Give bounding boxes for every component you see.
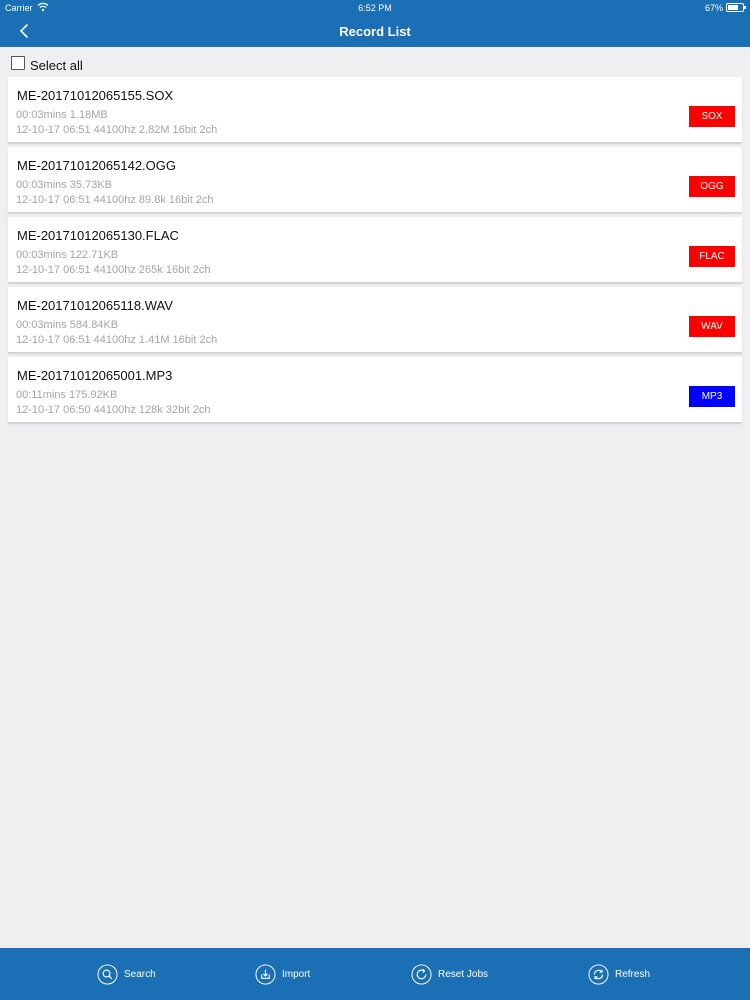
reset-jobs-button[interactable]: Reset Jobs — [411, 963, 488, 985]
top-bar: Carrier 6:52 PM 67% Record List — [0, 0, 750, 47]
battery-icon — [726, 3, 746, 12]
select-all-row: Select all — [11, 54, 83, 73]
search-label: Search — [124, 968, 156, 980]
record-list: ME-20171012065155.SOX 00:03mins 1.18MB 1… — [8, 77, 742, 427]
format-badge[interactable]: MP3 — [689, 386, 735, 407]
search-button[interactable]: Search — [97, 963, 156, 985]
format-badge[interactable]: SOX — [689, 106, 735, 127]
search-icon — [97, 963, 118, 985]
page-title: Record List — [339, 24, 411, 39]
record-row[interactable]: ME-20171012065155.SOX 00:03mins 1.18MB 1… — [8, 77, 742, 143]
record-duration-size: 00:03mins 1.18MB — [16, 109, 108, 121]
record-name: ME-20171012065001.MP3 — [17, 368, 173, 383]
record-row[interactable]: ME-20171012065142.OGG 00:03mins 35.73KB … — [8, 147, 742, 213]
format-badge[interactable]: FLAC — [689, 246, 735, 267]
format-badge[interactable]: OGG — [689, 176, 735, 197]
select-all-label[interactable]: Select all — [30, 58, 83, 73]
record-duration-size: 00:03mins 122.71KB — [16, 249, 119, 261]
refresh-icon — [588, 963, 609, 985]
reset-icon — [411, 963, 432, 985]
record-duration-size: 00:03mins 35.73KB — [16, 179, 113, 191]
record-row[interactable]: ME-20171012065001.MP3 00:11mins 175.92KB… — [8, 357, 742, 423]
import-button[interactable]: Import — [255, 963, 310, 985]
nav-bar: Record List — [0, 16, 750, 47]
record-row[interactable]: ME-20171012065118.WAV 00:03mins 584.84KB… — [8, 287, 742, 353]
import-label: Import — [282, 968, 311, 980]
record-details: 12-10-17 06:51 44100hz 265k 16bit 2ch — [16, 264, 211, 276]
select-all-checkbox[interactable] — [11, 56, 25, 70]
record-duration-size: 00:11mins 175.92KB — [16, 389, 118, 401]
record-row[interactable]: ME-20171012065130.FLAC 00:03mins 122.71K… — [8, 217, 742, 283]
record-name: ME-20171012065155.SOX — [17, 88, 174, 103]
record-duration-size: 00:03mins 584.84KB — [16, 319, 119, 331]
refresh-button[interactable]: Refresh — [588, 963, 650, 985]
record-name: ME-20171012065130.FLAC — [17, 228, 179, 243]
status-time: 6:52 PM — [358, 3, 392, 13]
record-name: ME-20171012065118.WAV — [17, 298, 173, 313]
record-details: 12-10-17 06:51 44100hz 1.41M 16bit 2ch — [16, 334, 218, 346]
status-bar: Carrier 6:52 PM 67% — [0, 0, 750, 16]
record-details: 12-10-17 06:50 44100hz 128k 32bit 2ch — [16, 404, 211, 416]
record-details: 12-10-17 06:51 44100hz 2.82M 16bit 2ch — [16, 124, 218, 136]
bottom-toolbar: Search Import Reset Jobs Refresh — [0, 948, 750, 1000]
reset-jobs-label: Reset Jobs — [438, 968, 489, 980]
import-icon — [255, 963, 276, 985]
record-details: 12-10-17 06:51 44100hz 89.8k 16bit 2ch — [16, 194, 214, 206]
refresh-label: Refresh — [615, 968, 651, 980]
record-name: ME-20171012065142.OGG — [17, 158, 176, 173]
format-badge[interactable]: WAV — [689, 316, 735, 337]
battery-percentage: 67% — [704, 3, 723, 13]
